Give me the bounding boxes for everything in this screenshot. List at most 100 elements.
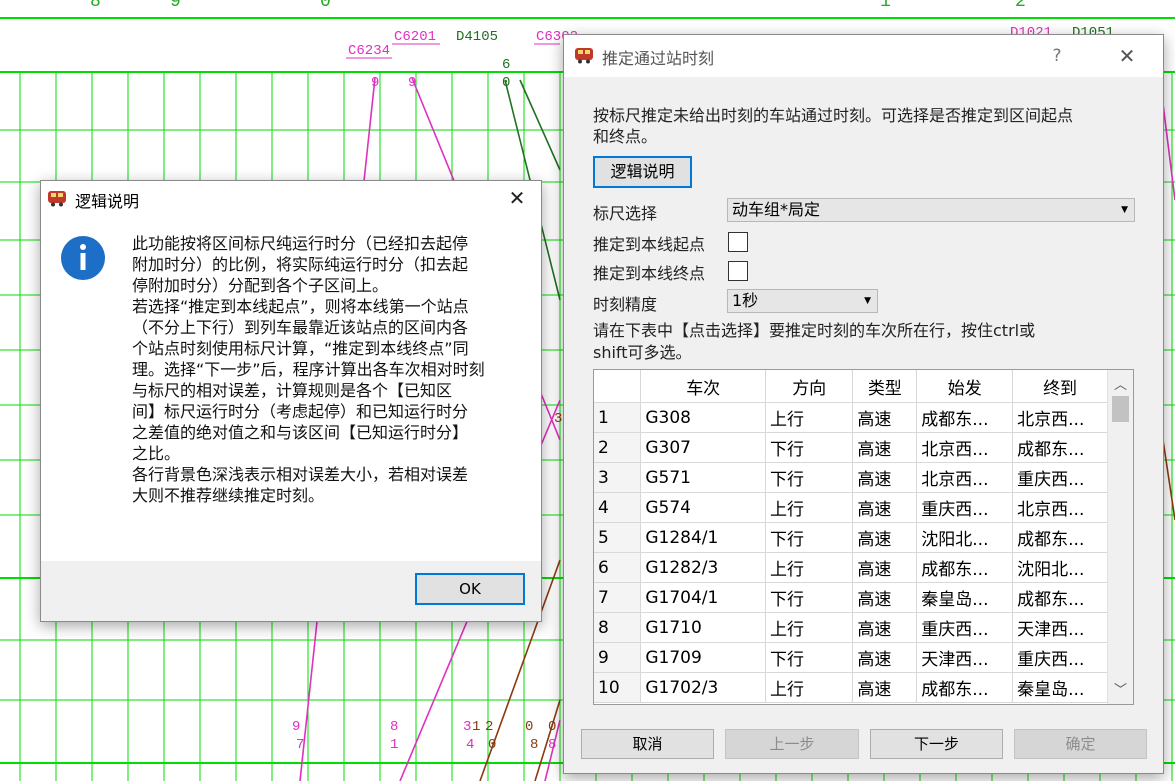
row-number-header [594, 370, 642, 403]
table-cell: 下行 [765, 642, 854, 673]
table-cell: 上行 [765, 552, 854, 583]
column-header[interactable]: 类型 [852, 370, 918, 403]
precision-select[interactable]: 1秒 ▼ [727, 289, 878, 313]
table-scrollbar[interactable]: ︿ ﹀ [1107, 370, 1133, 704]
instruction-line: shift可多选。 [593, 343, 692, 362]
table-row[interactable]: 2 G307 下行 高速 北京西... 成都东... [594, 432, 1108, 463]
table-cell: G307 [640, 432, 767, 463]
graph-digit: 7 [296, 737, 304, 753]
table-cell: 重庆西... [916, 492, 1014, 523]
table-cell: 沈阳北... [1012, 552, 1108, 583]
table-cell: 成都东... [1012, 582, 1108, 613]
train-app-icon [575, 48, 593, 64]
table-row[interactable]: 5 G1284/1 下行 高速 沈阳北... 成都东... [594, 522, 1108, 553]
row-number-cell: 8 [594, 612, 642, 643]
logic-dialog: 逻辑说明 ✕ 此功能按将区间标尺纯运行时分（已经扣去起停 附加时分）的比例，将实际… [40, 180, 542, 622]
ok-button[interactable]: OK [415, 573, 525, 605]
top-number: 0 [320, 0, 331, 12]
table-cell: 成都东... [1012, 522, 1108, 553]
confirm-button[interactable]: 确定 [1014, 729, 1147, 759]
table-cell: 成都东... [916, 552, 1014, 583]
column-header[interactable]: 终到 [1012, 370, 1108, 403]
graph-digit: 6 [502, 57, 510, 73]
logic-dialog-title: 逻辑说明 [75, 192, 140, 211]
table-cell: 秦皇岛... [1012, 672, 1108, 703]
graph-digit: 3 [554, 411, 562, 427]
help-button[interactable]: ? [1043, 43, 1071, 69]
table-cell: G574 [640, 492, 767, 523]
table-row[interactable]: 7 G1704/1 下行 高速 秦皇岛... 成都东... [594, 582, 1108, 613]
ruler-select[interactable]: 动车组*局定 ▼ [727, 198, 1135, 222]
table-cell: 上行 [765, 402, 854, 433]
table-row[interactable]: 10 G1702/3 上行 高速 成都东... 秦皇岛... [594, 672, 1108, 703]
table-cell: 高速 [852, 582, 918, 613]
row-number-cell: 7 [594, 582, 642, 613]
table-cell: 沈阳北... [916, 522, 1014, 553]
table-cell: 重庆西... [1012, 642, 1108, 673]
logic-dialog-titlebar[interactable]: 逻辑说明 ✕ [41, 181, 541, 215]
column-header[interactable]: 始发 [916, 370, 1014, 403]
table-cell: 高速 [852, 462, 918, 493]
logic-text-line: 此功能按将区间标尺纯运行时分（已经扣去起停 [132, 234, 469, 253]
table-cell: G1702/3 [640, 672, 767, 703]
top-number: 2 [1015, 0, 1026, 12]
logic-text-line: 停附加时分）分配到各个子区间上。 [132, 276, 389, 295]
table-cell: 高速 [852, 612, 918, 643]
table-cell: 重庆西... [916, 612, 1014, 643]
table-row[interactable]: 3 G571 下行 高速 北京西... 重庆西... [594, 462, 1108, 493]
table-cell: 高速 [852, 522, 918, 553]
table-cell: 高速 [852, 552, 918, 583]
train-table-frame: 车次 方向 类型 始发 终到 1 G308 上行 高速 成都东... 北京西... 2 G30… [593, 369, 1134, 705]
estimate-dialog-titlebar[interactable]: 推定通过站时刻 ? ✕ [564, 35, 1163, 77]
start-label: 推定到本线起点 [593, 235, 706, 254]
graph-digit: 4 [466, 737, 474, 753]
table-cell: 成都东... [916, 402, 1014, 433]
table-row[interactable]: 4 G574 上行 高速 重庆西... 北京西... [594, 492, 1108, 523]
table-cell: 下行 [765, 522, 854, 553]
table-cell: 上行 [765, 612, 854, 643]
column-header[interactable]: 车次 [640, 370, 767, 403]
scroll-down-icon[interactable]: ﹀ [1114, 679, 1127, 698]
close-icon[interactable]: ✕ [1113, 43, 1141, 69]
logic-explain-button[interactable]: 逻辑说明 [593, 156, 692, 188]
table-cell: G1710 [640, 612, 767, 643]
table-row[interactable]: 9 G1709 下行 高速 天津西... 重庆西... [594, 642, 1108, 673]
table-cell: G1704/1 [640, 582, 767, 613]
table-cell: G1284/1 [640, 522, 767, 553]
start-checkbox[interactable] [728, 232, 748, 252]
table-cell: 天津西... [916, 642, 1014, 673]
table-row[interactable]: 8 G1710 上行 高速 重庆西... 天津西... [594, 612, 1108, 643]
logic-text: 此功能按将区间标尺纯运行时分（已经扣去起停 附加时分）的比例，将实际纯运行时分（扣… [132, 233, 532, 506]
table-row[interactable]: 1 G308 上行 高速 成都东... 北京西... [594, 402, 1108, 433]
precision-select-value: 1秒 [732, 291, 759, 310]
prev-step-button[interactable]: 上一步 [725, 729, 859, 759]
table-cell: 高速 [852, 492, 918, 523]
table-cell: 北京西... [1012, 492, 1108, 523]
scrollbar-thumb[interactable] [1112, 396, 1129, 422]
column-header[interactable]: 方向 [765, 370, 854, 403]
ruler-label: 标尺选择 [593, 204, 658, 223]
table-cell: 高速 [852, 642, 918, 673]
end-checkbox[interactable] [728, 261, 748, 281]
table-cell: 下行 [765, 582, 854, 613]
description-line: 和终点。 [593, 127, 658, 146]
table-cell: 成都东... [916, 672, 1014, 703]
logic-text-line: 各行背景色深浅表示相对误差大小，若相对误差 [132, 465, 469, 484]
train-label: D4105 [456, 29, 498, 45]
row-number-cell: 10 [594, 672, 642, 703]
next-step-button[interactable]: 下一步 [870, 729, 1003, 759]
close-icon[interactable]: ✕ [503, 185, 531, 211]
cancel-button[interactable]: 取消 [581, 729, 714, 759]
row-number-cell: 2 [594, 432, 642, 463]
table-cell: 下行 [765, 432, 854, 463]
logic-text-line: 之比。 [132, 444, 181, 463]
graph-digit: 3 [463, 719, 471, 735]
estimate-dialog-title: 推定通过站时刻 [602, 49, 715, 68]
table-row[interactable]: 6 G1282/3 上行 高速 成都东... 沈阳北... [594, 552, 1108, 583]
scroll-up-icon[interactable]: ︿ [1114, 374, 1127, 393]
table-header-row: 车次 方向 类型 始发 终到 [594, 370, 1108, 403]
precision-label: 时刻精度 [593, 295, 658, 314]
table-cell: 天津西... [1012, 612, 1108, 643]
instruction-text: 请在下表中【点击选择】要推定时刻的车次所在行，按住ctrl或 shift可多选。 [593, 320, 1035, 364]
graph-digit: 0 [548, 719, 556, 735]
